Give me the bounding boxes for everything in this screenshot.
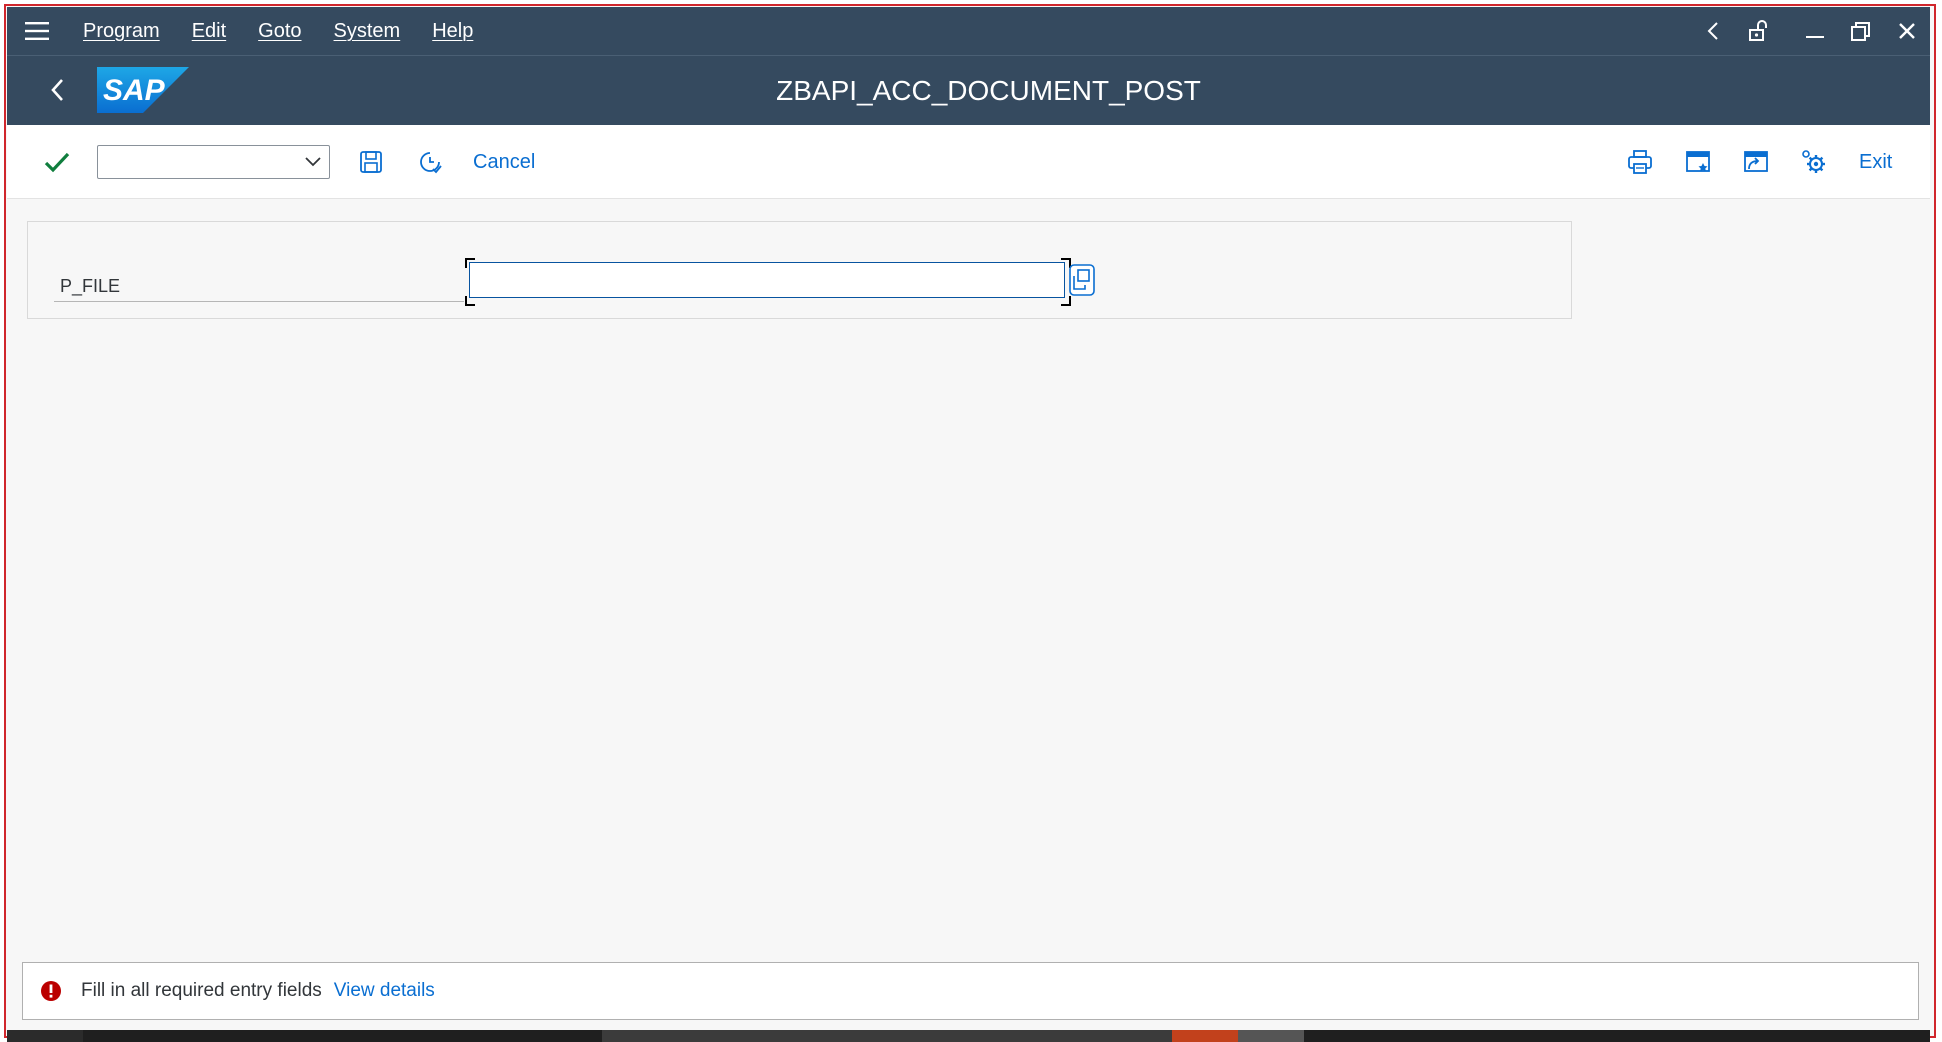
menu-bar: Program Edit Goto System Help	[7, 7, 1930, 55]
hamburger-menu-icon[interactable]	[7, 7, 67, 55]
taskbar-segment	[7, 1030, 83, 1042]
chevron-down-icon[interactable]	[301, 150, 325, 174]
minimize-icon[interactable]	[1792, 7, 1838, 55]
restore-icon[interactable]	[1838, 7, 1884, 55]
p-file-input[interactable]	[469, 262, 1065, 298]
taskbar-segment	[602, 1030, 1172, 1042]
exit-button[interactable]: Exit	[1859, 142, 1892, 182]
status-bar: Fill in all required entry fields View d…	[22, 962, 1919, 1020]
menu-system[interactable]: System	[334, 20, 401, 43]
menu-program[interactable]: Program	[83, 20, 160, 43]
menu-goto[interactable]: Goto	[258, 20, 301, 43]
taskbar-segment	[1238, 1030, 1304, 1042]
window-controls	[1690, 7, 1930, 55]
print-icon[interactable]	[1620, 142, 1660, 182]
chevron-left-icon[interactable]	[1690, 7, 1736, 55]
cancel-button[interactable]: Cancel	[473, 142, 535, 182]
close-icon[interactable]	[1884, 7, 1930, 55]
view-details-link[interactable]: View details	[334, 980, 435, 1002]
selection-screen-group: P_FILE	[27, 221, 1572, 319]
focus-corner	[465, 258, 475, 268]
settings-icon[interactable]	[1794, 142, 1834, 182]
create-shortcut-icon[interactable]	[1736, 142, 1776, 182]
title-bar: SAP ZBAPI_ACC_DOCUMENT_POST	[7, 55, 1930, 125]
command-field[interactable]	[97, 145, 330, 179]
new-session-icon[interactable]	[1678, 142, 1718, 182]
taskbar-segment	[1172, 1030, 1238, 1042]
page-title: ZBAPI_ACC_DOCUMENT_POST	[776, 75, 1201, 106]
menu-edit[interactable]: Edit	[192, 20, 226, 43]
application-toolbar: Cancel Exit	[7, 125, 1930, 199]
lock-icon[interactable]	[1736, 7, 1782, 55]
p-file-label: P_FILE	[54, 270, 464, 302]
value-help-icon[interactable]	[1067, 262, 1097, 298]
error-icon	[39, 979, 63, 1003]
menu-help[interactable]: Help	[432, 20, 473, 43]
save-icon[interactable]	[351, 142, 391, 182]
status-message: Fill in all required entry fields	[81, 980, 322, 1001]
history-icon[interactable]	[410, 142, 450, 182]
enter-check-icon[interactable]	[37, 142, 77, 182]
taskbar-strip	[7, 1030, 1930, 1042]
focus-corner	[465, 296, 475, 306]
